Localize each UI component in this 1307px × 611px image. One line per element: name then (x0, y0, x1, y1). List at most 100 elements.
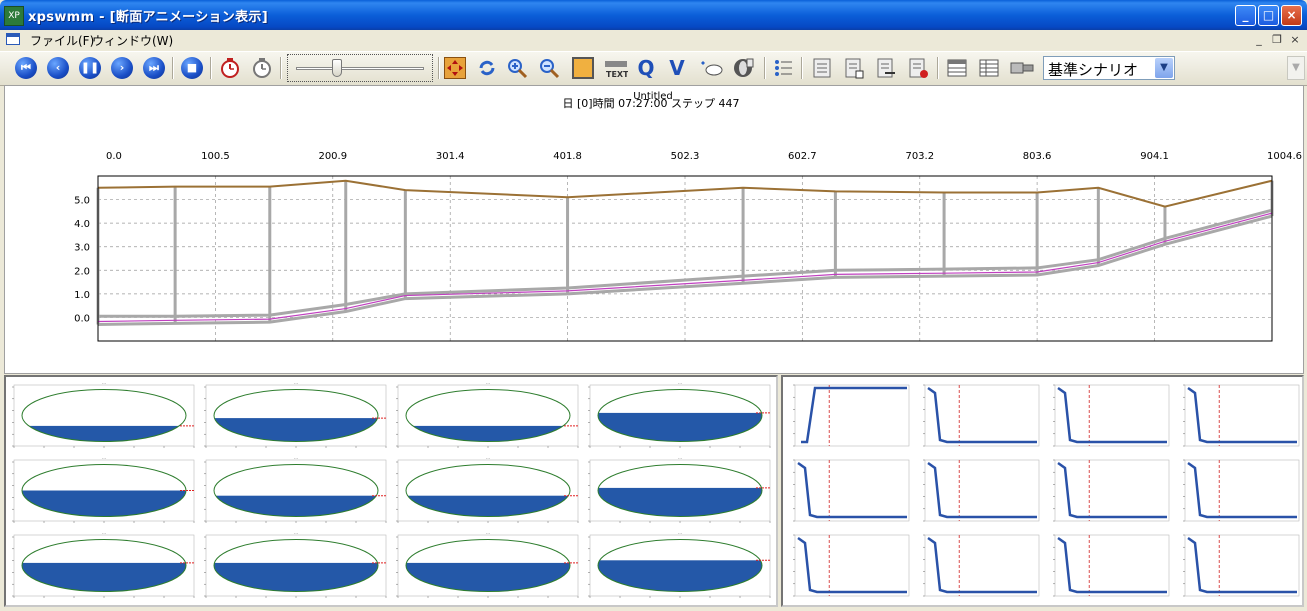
long-section-panel: Untitled 日 [0]時間 07:27:00 ステップ 447 0.0 10… (4, 85, 1304, 374)
export-icon[interactable] (1010, 57, 1034, 79)
q-tool-icon[interactable]: Q (635, 57, 657, 79)
zoom-in-icon[interactable] (506, 57, 528, 79)
plot-frame (1184, 534, 1300, 597)
slider-track (296, 67, 424, 70)
stop-button[interactable]: ■ (181, 57, 203, 79)
section-title: ... (678, 380, 682, 385)
text-tool-icon[interactable]: TEXT (604, 57, 629, 79)
hydrograph-plot (1183, 459, 1300, 522)
toolbar-separator (172, 57, 174, 79)
plot-frame (1054, 384, 1170, 447)
x-tick-label: 200.9 (318, 151, 347, 162)
mdi-minimize-button[interactable]: _ (1252, 33, 1266, 47)
x-tick-label: 703.2 (905, 151, 934, 162)
pause-button[interactable]: ❚❚ (79, 57, 101, 79)
hydrograph-plot (1183, 384, 1300, 447)
cross-section-plot: ... (204, 530, 387, 598)
time-slider[interactable] (287, 54, 433, 82)
plot-frame (1184, 384, 1300, 447)
cross-section-grid: .................................... (12, 380, 771, 598)
minimize-button[interactable]: _ (1235, 5, 1256, 26)
cross-section-plot: ... (12, 380, 195, 448)
timer-gray-icon[interactable] (251, 57, 273, 79)
report-node-icon[interactable] (843, 57, 865, 79)
bubble-icon[interactable] (700, 57, 723, 79)
x-tick-label: 1004.6 (1267, 151, 1302, 162)
window-title: xpswmm - [断面アニメーション表示] (28, 10, 268, 25)
v-tool-icon[interactable]: V (666, 57, 688, 79)
y-tick-label: 0.0 (74, 313, 90, 324)
x-tick-label: 100.5 (201, 151, 230, 162)
section-title: ... (678, 455, 682, 460)
section-title: ... (102, 380, 106, 385)
section-title: ... (294, 455, 298, 460)
toolbar-separator (764, 57, 766, 79)
grid-icon[interactable] (978, 57, 1000, 79)
animation-status: 日 [0]時間 07:27:00 ステップ 447 (563, 97, 740, 110)
hydrograph-plot (1053, 534, 1170, 597)
toolbar-separator (280, 57, 282, 79)
pan-icon[interactable] (444, 57, 466, 79)
chevron-down-icon[interactable]: ▼ (1155, 58, 1173, 78)
y-tick-label: 1.0 (74, 290, 90, 301)
hydrograph-plot (1053, 459, 1170, 522)
cross-section-plot: ... (396, 530, 579, 598)
skip-to-end-button[interactable]: ⏭ (143, 57, 165, 79)
cross-section-plot: ... (204, 380, 387, 448)
close-button[interactable]: × (1281, 5, 1302, 26)
hydrograph-grid (793, 384, 1300, 597)
cross-section-plot: ... (396, 455, 579, 523)
section-title: ... (102, 530, 106, 535)
report-error-icon[interactable] (907, 57, 929, 79)
section-title: ... (678, 530, 682, 535)
toolbar-separator (937, 57, 939, 79)
maximize-button[interactable]: □ (1258, 5, 1279, 26)
x-tick-label: 401.8 (553, 151, 582, 162)
cross-section-plot: ... (588, 455, 771, 523)
scenario-select[interactable]: 基準シナリオ ▼ (1043, 56, 1175, 80)
zoom-extents-icon[interactable] (572, 57, 594, 79)
timer-red-icon[interactable] (219, 57, 241, 79)
plot-frame (924, 384, 1040, 447)
report-link-icon[interactable] (875, 57, 897, 79)
x-tick-label: 0.0 (106, 151, 122, 162)
tape-icon[interactable] (731, 57, 754, 79)
refresh-icon[interactable] (476, 57, 498, 79)
toolbar-separator (801, 57, 803, 79)
secondary-select[interactable]: ▼ (1287, 56, 1305, 80)
plot-frame (794, 459, 910, 522)
section-title: ... (486, 380, 490, 385)
app-icon[interactable]: XP (4, 6, 24, 26)
y-tick-label: 2.0 (74, 266, 90, 277)
mdi-close-button[interactable]: × (1288, 33, 1302, 47)
list-icon[interactable] (772, 57, 794, 79)
hydrograph-plot (793, 534, 910, 597)
cross-section-plot: ... (396, 380, 579, 448)
report-icon[interactable] (811, 57, 833, 79)
cross-section-plot: ... (204, 455, 387, 523)
hydrograph-plot (1053, 384, 1170, 447)
table-icon[interactable] (946, 57, 968, 79)
skip-to-start-button[interactable]: ⏮ (15, 57, 37, 79)
menu-window[interactable]: ウィンドウ(W) (92, 32, 173, 49)
section-title: ... (486, 530, 490, 535)
zoom-out-icon[interactable] (538, 57, 560, 79)
toolbar: ⏮ ‹ ❚❚ › ⏭ ■ TEXT Q V 基準シナリオ ▼ ▼ (0, 51, 1307, 86)
mdi-restore-button[interactable]: ❐ (1270, 33, 1284, 47)
document-icon[interactable] (6, 33, 20, 45)
title-bar: XP xpswmm - [断面アニメーション表示] _ □ × (0, 0, 1307, 30)
step-back-button[interactable]: ‹ (47, 57, 69, 79)
plot-frame (924, 459, 1040, 522)
y-tick-label: 3.0 (74, 243, 90, 254)
section-title: ... (294, 380, 298, 385)
step-forward-button[interactable]: › (111, 57, 133, 79)
x-tick-label: 803.6 (1023, 151, 1052, 162)
cross-section-plot: ... (12, 455, 195, 523)
hydrograph-plot (793, 384, 910, 447)
svg-text:TEXT: TEXT (606, 70, 628, 79)
hydrograph-plot (923, 534, 1040, 597)
slider-thumb[interactable] (332, 59, 342, 77)
menu-file[interactable]: ファイル(F) (30, 32, 94, 49)
plot-frame (924, 534, 1040, 597)
scenario-value: 基準シナリオ (1048, 61, 1139, 79)
